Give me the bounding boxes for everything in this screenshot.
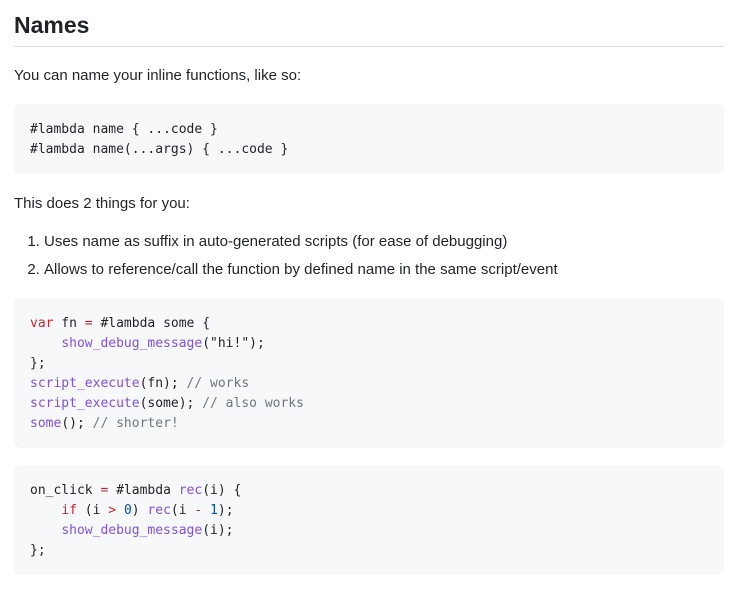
code-text: (i); — [202, 523, 234, 538]
code-function: show_debug_message — [61, 523, 203, 538]
section-heading: Names — [14, 0, 724, 47]
code-function: rec — [178, 483, 203, 498]
code-line: script_execute(some); // also works — [30, 394, 708, 414]
code-text: (i — [170, 503, 195, 518]
code-text: ("hi!"); — [202, 336, 265, 351]
code-text: on_click — [30, 483, 101, 498]
code-function: script_execute — [30, 376, 140, 391]
code-comment: // works — [186, 376, 250, 391]
code-text: ); — [217, 503, 234, 518]
things-paragraph: This does 2 things for you: — [14, 195, 190, 212]
code-block-recursion: on_click = #lambda rec(i) { if (i > 0) r… — [14, 465, 724, 575]
code-line: if (i > 0) rec(i - 1); — [30, 501, 708, 521]
list-item: Uses name as suffix in auto-generated sc… — [44, 231, 724, 253]
code-function: rec — [147, 503, 171, 518]
code-text: fn — [53, 316, 85, 331]
code-line: var fn = #lambda some { — [30, 314, 708, 334]
code-line: #lambda name { ...code } — [30, 122, 218, 137]
code-operator: > — [108, 503, 117, 518]
code-line: show_debug_message("hi!"); — [30, 334, 708, 354]
code-number: 1 — [210, 503, 218, 518]
code-line: show_debug_message(i); — [30, 521, 708, 541]
code-text: (some); — [139, 396, 203, 411]
code-function: some — [30, 416, 62, 431]
code-keyword: var — [30, 316, 54, 331]
code-line: some(); // shorter! — [30, 414, 708, 434]
code-comment: // shorter! — [92, 416, 179, 431]
code-function: script_execute — [30, 396, 140, 411]
code-number: 0 — [123, 503, 132, 518]
code-line: on_click = #lambda rec(i) { — [30, 481, 708, 501]
code-keyword: if — [61, 503, 77, 518]
code-line: }; — [30, 543, 46, 558]
code-block-syntax: #lambda name { ...code } #lambda name(...… — [14, 104, 724, 174]
code-line: script_execute(fn); // works — [30, 374, 708, 394]
intro-paragraph: You can name your inline functions, like… — [14, 67, 302, 84]
code-text: (i) { — [202, 483, 242, 498]
code-text: #lambda some { — [92, 316, 211, 331]
code-text: ) — [131, 503, 148, 518]
code-line: #lambda name(...args) { ...code } — [30, 142, 289, 157]
benefits-list: Uses name as suffix in auto-generated sc… — [14, 231, 724, 287]
code-line: }; — [30, 356, 46, 371]
code-text: #lambda — [108, 483, 179, 498]
code-block-example: var fn = #lambda some { show_debug_messa… — [14, 298, 724, 448]
code-comment: // also works — [202, 396, 304, 411]
code-function: show_debug_message — [61, 336, 203, 351]
list-item: Allows to reference/call the function by… — [44, 259, 724, 281]
code-text: (i — [76, 503, 109, 518]
code-text: (fn); — [139, 376, 187, 391]
code-operator: = — [84, 316, 93, 331]
document-page: Names You can name your inline functions… — [0, 0, 740, 600]
code-text: (); — [61, 416, 93, 431]
